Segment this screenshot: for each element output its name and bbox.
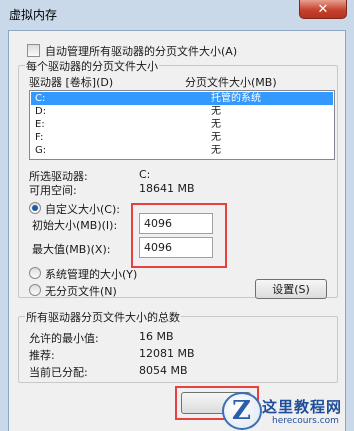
- window-title: 虚拟内存: [9, 8, 58, 22]
- drive-paging-size: 无: [211, 119, 221, 130]
- drive-row[interactable]: F: 无: [31, 131, 333, 144]
- drive-row[interactable]: C: 托管的系统: [31, 92, 333, 105]
- custom-size-radio[interactable]: [29, 202, 41, 214]
- drive-letter: F:: [35, 132, 44, 143]
- drive-row[interactable]: E: 无: [31, 118, 333, 131]
- drive-paging-size: 无: [211, 106, 221, 117]
- no-paging-file-radio[interactable]: [29, 284, 41, 296]
- system-managed-radio[interactable]: [29, 267, 41, 279]
- recommended-value: 12081 MB: [139, 347, 195, 360]
- free-space-label: 可用空间:: [29, 184, 77, 197]
- drive-row[interactable]: G: 无: [31, 144, 333, 157]
- max-size-label: 最大值(MB)(X):: [32, 243, 111, 256]
- min-allowed-label: 允许的最小值:: [29, 332, 99, 345]
- drive-row[interactable]: D: 无: [31, 105, 333, 118]
- min-allowed-value: 16 MB: [139, 330, 174, 343]
- column-header-size: 分页文件大小(MB): [185, 76, 277, 89]
- recommended-label: 推荐:: [29, 349, 55, 362]
- no-paging-file-label[interactable]: 无分页文件(N): [45, 283, 117, 299]
- totals-group-legend: 所有驱动器分页文件大小的总数: [25, 309, 181, 325]
- close-icon: ✕: [317, 1, 329, 17]
- close-button[interactable]: ✕: [299, 0, 347, 19]
- drive-letter: C:: [35, 93, 46, 104]
- drive-letter: G:: [35, 145, 47, 156]
- auto-manage-label[interactable]: 自动管理所有驱动器的分页文件大小(A): [45, 43, 237, 59]
- current-allocated-label: 当前已分配:: [29, 366, 88, 379]
- column-header-drive: 驱动器 [卷标](D): [29, 76, 114, 89]
- drive-letter: E:: [35, 119, 45, 130]
- watermark-url: herecours.com: [272, 416, 339, 426]
- current-allocated-value: 8054 MB: [139, 364, 188, 377]
- watermark-name: 这里教程网: [262, 398, 343, 416]
- system-managed-label[interactable]: 系统管理的大小(Y): [45, 266, 137, 282]
- drive-paging-size: 无: [211, 132, 221, 143]
- initial-size-label: 初始大小(MB)(I):: [32, 219, 118, 232]
- set-button[interactable]: 设置(S): [255, 279, 327, 299]
- drive-paging-size: 托管的系统: [211, 93, 261, 104]
- drive-paging-size: 无: [211, 145, 221, 156]
- drive-list[interactable]: C: 托管的系统 D: 无 E: 无 F: 无 G: 无: [29, 90, 335, 160]
- drive-letter: D:: [35, 106, 47, 117]
- highlight-box: [131, 203, 227, 268]
- free-space-value: 18641 MB: [139, 182, 195, 195]
- watermark-logo-icon: [222, 392, 262, 430]
- custom-size-label[interactable]: 自定义大小(C):: [45, 201, 120, 217]
- selected-drive-value: C:: [139, 168, 151, 181]
- auto-manage-checkbox[interactable]: [27, 44, 40, 57]
- paging-group-legend: 每个驱动器的分页文件大小: [25, 58, 159, 74]
- dialog-body: 自动管理所有驱动器的分页文件大小(A) 每个驱动器的分页文件大小 驱动器 [卷标…: [8, 30, 346, 431]
